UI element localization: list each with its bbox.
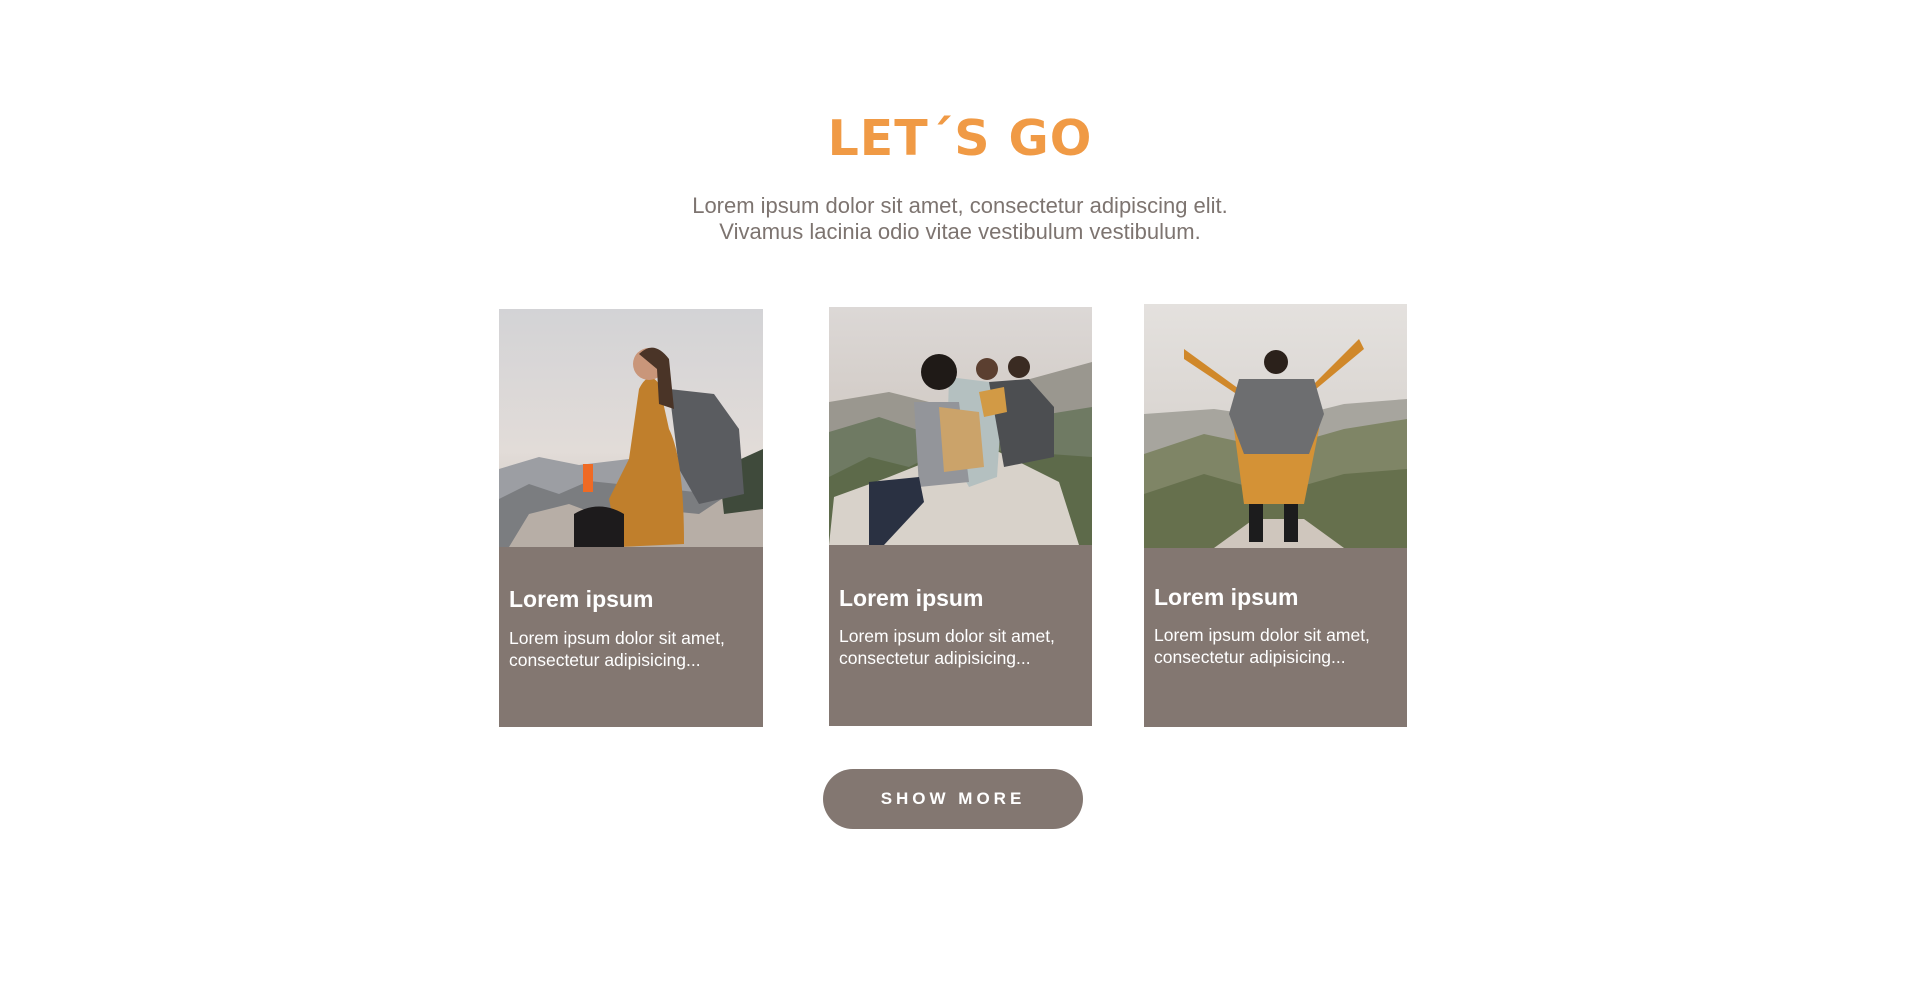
page: LET´S GO Lorem ipsum dolor sit amet, con… [0, 0, 1920, 1000]
card-text: Lorem ipsum dolor sit amet, consectetur … [1154, 625, 1370, 667]
card-text: Lorem ipsum dolor sit amet, consectetur … [839, 626, 1055, 668]
hiker-arms-raised-on-peak-photo [1144, 304, 1407, 548]
subtitle-line-2: Vivamus lacinia odio vitae vestibulum ve… [719, 219, 1201, 244]
card-title: Lorem ipsum [1154, 584, 1299, 610]
card-2[interactable]: Lorem ipsum Lorem ipsum dolor sit amet, … [829, 307, 1092, 726]
card-text: Lorem ipsum dolor sit amet, consectetur … [509, 628, 725, 670]
card-1[interactable]: Lorem ipsum Lorem ipsum dolor sit amet, … [499, 309, 763, 727]
card-title: Lorem ipsum [509, 586, 654, 612]
card-3[interactable]: Lorem ipsum Lorem ipsum dolor sit amet, … [1144, 304, 1407, 727]
page-subtitle: Lorem ipsum dolor sit amet, consectetur … [0, 193, 1920, 245]
show-more-button[interactable]: SHOW MORE [823, 769, 1083, 829]
card-title: Lorem ipsum [839, 585, 984, 611]
group-of-hikers-on-summit-photo [829, 307, 1092, 545]
subtitle-line-1: Lorem ipsum dolor sit amet, consectetur … [692, 193, 1228, 218]
hiker-woman-sitting-on-rock-photo [499, 309, 763, 547]
page-title: LET´S GO [827, 110, 1093, 167]
